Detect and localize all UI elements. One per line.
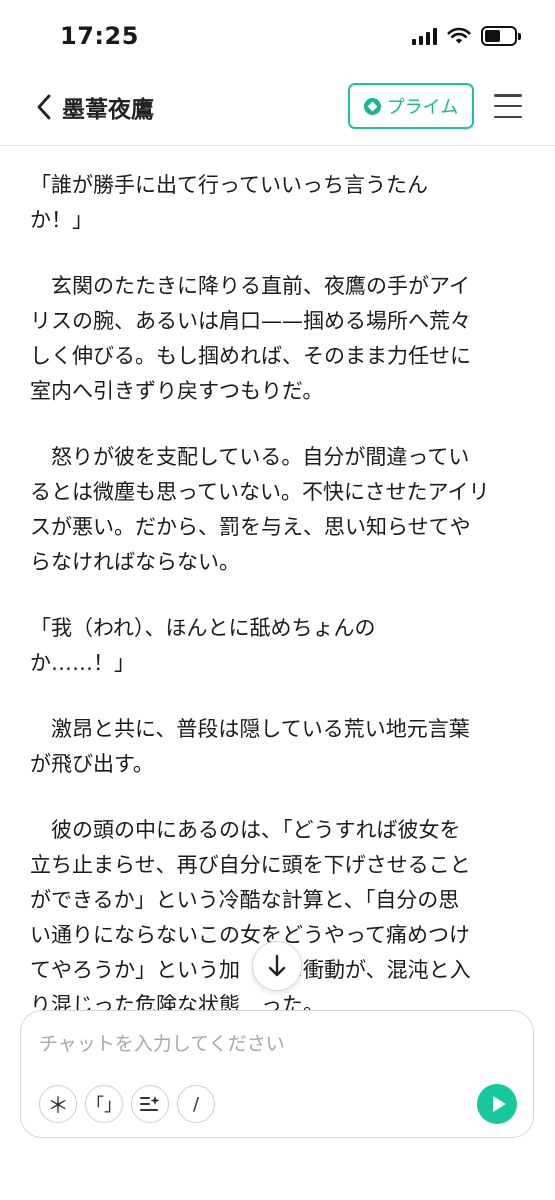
sparkle-list-icon bbox=[140, 1096, 160, 1111]
status-time: 17:25 bbox=[60, 22, 139, 50]
slash-command-button[interactable]: / bbox=[177, 1085, 215, 1123]
arrow-down-icon bbox=[268, 954, 286, 977]
story-paragraph: 玄関のたたきに降りる直前、夜鷹の手がアイ リスの腕、あるいは肩口——掴める場所へ… bbox=[30, 274, 471, 403]
story-paragraph: 怒りが彼を支配している。自分が間違ってい るとは微塵も思っていない。不快にさせた… bbox=[30, 445, 490, 574]
quote-brackets-icon: 「」 bbox=[86, 1095, 122, 1116]
asterisk-button[interactable]: ＊ bbox=[39, 1085, 77, 1123]
battery-icon bbox=[481, 26, 521, 46]
chat-composer: ＊ 「」 / bbox=[20, 1010, 534, 1138]
story-paragraph: 「我（われ）、ほんとに舐めちょんの か……！」 bbox=[30, 616, 376, 675]
app-header: 墨葦夜鷹 プライム bbox=[0, 70, 555, 146]
slash-icon: / bbox=[192, 1093, 200, 1115]
chevron-left-icon bbox=[37, 94, 51, 120]
hamburger-menu-icon bbox=[494, 94, 522, 97]
wifi-icon bbox=[447, 27, 471, 44]
composer-toolbar: ＊ 「」 / bbox=[39, 1085, 215, 1123]
back-button[interactable] bbox=[30, 92, 58, 122]
play-send-icon bbox=[492, 1096, 506, 1112]
story-paragraph: 彼の頭の中にあるのは、「どうすれば彼女を 立ち止まらせ、再び自分に頭を下げさせる… bbox=[30, 818, 471, 1017]
status-bar: 17:25 bbox=[0, 0, 555, 70]
hamburger-menu-button[interactable] bbox=[494, 94, 522, 118]
asterisk-icon: ＊ bbox=[46, 1094, 69, 1119]
chat-input[interactable] bbox=[39, 1029, 509, 1059]
quote-brackets-button[interactable]: 「」 bbox=[85, 1085, 123, 1123]
status-icons bbox=[412, 26, 521, 46]
story-paragraph: 「誰が勝手に出て行っていいっち言うたん か！」 bbox=[30, 173, 428, 232]
prime-diamond-icon bbox=[363, 97, 381, 115]
cellular-signal-icon bbox=[412, 27, 437, 45]
story-paragraph: 激昂と共に、普段は隠している荒い地元言葉 が飛び出す。 bbox=[30, 717, 470, 776]
prime-button[interactable]: プライム bbox=[348, 83, 474, 129]
story-content: 「誰が勝手に出て行っていいっち言うたん か！」 玄関のたたきに降りる直前、夜鷹の… bbox=[30, 168, 530, 1054]
page-title: 墨葦夜鷹 bbox=[62, 97, 154, 123]
send-button[interactable] bbox=[477, 1084, 517, 1124]
sparkle-list-button[interactable] bbox=[131, 1085, 169, 1123]
prime-label: プライム bbox=[386, 97, 459, 118]
scroll-to-bottom-button[interactable] bbox=[252, 941, 302, 991]
